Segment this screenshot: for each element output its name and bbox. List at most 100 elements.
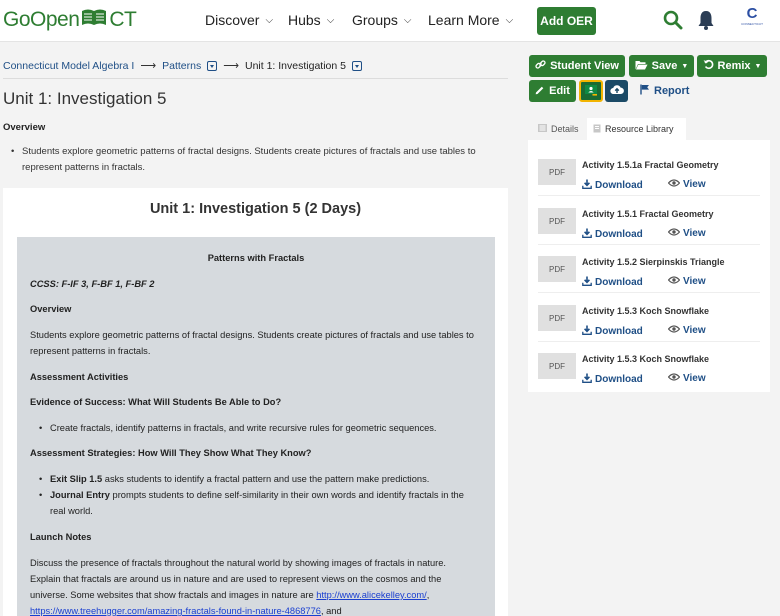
nav-hubs[interactable]: Hubs ⌵ xyxy=(288,12,334,28)
download-link[interactable]: Download xyxy=(582,325,643,338)
pencil-icon xyxy=(535,85,545,98)
student-view-button[interactable]: Student View xyxy=(529,55,625,77)
folder-open-icon xyxy=(635,60,648,73)
avatar-text: CONNECTICUT xyxy=(741,22,763,26)
lesson-panel: Patterns with Fractals CCSS: F-IF 3, F-B… xyxy=(17,237,495,616)
caret-square-down-icon[interactable] xyxy=(207,60,218,71)
download-label: Download xyxy=(595,229,643,240)
journal-entry-item: Journal Entry prompts students to define… xyxy=(39,487,480,519)
evidence-heading: Evidence of Success: What Will Students … xyxy=(30,397,282,407)
download-icon xyxy=(582,373,592,386)
pdf-badge: PDF xyxy=(538,256,576,282)
download-label: Download xyxy=(595,277,643,288)
open-book-icon xyxy=(81,8,107,32)
nav-groups-label: Groups xyxy=(352,12,398,28)
exit-slip-text: asks students to identify a fractal patt… xyxy=(102,474,430,484)
download-link[interactable]: Download xyxy=(582,373,643,386)
view-link[interactable]: View xyxy=(667,325,706,336)
remix-button[interactable]: Remix ▼ xyxy=(697,55,767,77)
breadcrumb: Connecticut Model Algebra I ⟶ Patterns ⟶… xyxy=(3,59,362,72)
launch-line: Discuss the presence of fractals through… xyxy=(30,558,446,568)
flag-icon xyxy=(640,84,650,98)
link-separator: , and xyxy=(320,606,342,616)
assessment-heading: Assessment Activities xyxy=(30,372,129,382)
list-item: PDF Activity 1.5.1a Fractal Geometry Dow… xyxy=(538,148,760,196)
tab-details[interactable]: Details xyxy=(532,118,585,140)
view-link[interactable]: View xyxy=(667,179,706,190)
chevron-down-icon: ⌵ xyxy=(403,14,412,26)
nav-learn-more[interactable]: Learn More ⌵ xyxy=(428,12,513,28)
link-separator: , xyxy=(426,590,430,600)
view-label: View xyxy=(683,276,706,287)
launch-line: https://www.treehugger.com/amazing-fract… xyxy=(30,603,342,616)
journal-entry-text: real world. xyxy=(50,506,93,516)
eye-icon xyxy=(667,179,681,190)
list-item: PDF Activity 1.5.3 Koch Snowflake Downlo… xyxy=(538,342,760,390)
cloud-upload-button[interactable] xyxy=(605,80,628,102)
breadcrumb-item-current: Unit 1: Investigation 5 xyxy=(245,59,346,72)
nav-discover[interactable]: Discover ⌵ xyxy=(205,12,273,28)
resource-library: PDF Activity 1.5.1a Fractal Geometry Dow… xyxy=(528,140,770,392)
list-item: PDF Activity 1.5.1 Fractal Geometry Down… xyxy=(538,197,760,245)
pdf-badge: PDF xyxy=(538,208,576,234)
logo-open-text: Open xyxy=(30,8,80,31)
overview-heading: Overview xyxy=(3,122,46,133)
caret-down-icon: ▼ xyxy=(681,62,689,70)
cloud-upload-icon xyxy=(609,84,624,98)
view-label: View xyxy=(683,179,706,190)
journal-entry-text: prompts students to define self-similari… xyxy=(109,490,464,500)
resource-name[interactable]: Activity 1.5.3 Koch Snowflake xyxy=(582,354,709,364)
download-icon xyxy=(582,228,592,241)
eye-icon xyxy=(667,276,681,287)
view-label: View xyxy=(683,228,706,239)
bell-icon[interactable] xyxy=(697,9,715,36)
lesson-overview-line: Students explore geometric patterns of f… xyxy=(30,330,474,340)
resource-name[interactable]: Activity 1.5.1 Fractal Geometry xyxy=(582,209,714,219)
save-button[interactable]: Save ▼ xyxy=(629,55,694,77)
edit-button[interactable]: Edit xyxy=(529,80,576,102)
download-label: Download xyxy=(595,326,643,337)
tab-resource-library[interactable]: Resource Library xyxy=(587,118,686,140)
download-link[interactable]: Download xyxy=(582,179,643,192)
ccss-standards: CCSS: F-IF 3, F-BF 1, F-BF 2 xyxy=(30,279,155,289)
resource-name[interactable]: Activity 1.5.3 Koch Snowflake xyxy=(582,306,709,316)
arrow-right-icon: ⟶ xyxy=(140,60,157,72)
avatar[interactable]: C CONNECTICUT xyxy=(741,6,763,36)
view-link[interactable]: View xyxy=(667,228,706,239)
view-link[interactable]: View xyxy=(667,373,706,384)
overview-text: Students explore geometric patterns of f… xyxy=(11,144,492,176)
logo-ct-text: CT xyxy=(109,8,137,31)
alicekelley-link[interactable]: http://www.alicekelley.com/ xyxy=(316,590,426,600)
resource-name[interactable]: Activity 1.5.2 Sierpinskis Triangle xyxy=(582,257,725,267)
download-icon xyxy=(582,179,592,192)
download-label: Download xyxy=(595,180,643,191)
caret-square-down-icon[interactable] xyxy=(351,60,362,71)
nav-hubs-label: Hubs xyxy=(288,12,321,28)
eye-icon xyxy=(667,373,681,384)
search-icon[interactable] xyxy=(663,9,683,36)
download-link[interactable]: Download xyxy=(582,228,643,241)
goopenct-logo[interactable]: Go Open CT xyxy=(3,8,137,32)
arrow-right-icon: ⟶ xyxy=(223,60,239,72)
launch-notes-heading: Launch Notes xyxy=(30,532,92,542)
view-link[interactable]: View xyxy=(667,276,706,287)
download-icon xyxy=(582,276,592,289)
google-classroom-button[interactable] xyxy=(579,80,603,102)
link-icon xyxy=(535,59,546,73)
student-view-label: Student View xyxy=(550,60,619,72)
chevron-down-icon: ⌵ xyxy=(265,14,274,26)
resource-name[interactable]: Activity 1.5.1a Fractal Geometry xyxy=(582,160,719,170)
download-icon xyxy=(582,325,592,338)
breadcrumb-divider xyxy=(3,78,508,79)
journal-entry-label: Journal Entry xyxy=(50,490,110,500)
add-oer-button[interactable]: Add OER xyxy=(537,7,596,35)
content-card: Unit 1: Investigation 5 (2 Days) Pattern… xyxy=(3,188,508,616)
breadcrumb-item-patterns[interactable]: Patterns xyxy=(162,60,201,72)
view-label: View xyxy=(683,325,706,336)
breadcrumb-item-model[interactable]: Connecticut Model Algebra I xyxy=(3,60,134,72)
treehugger-link[interactable]: https://www.treehugger.com/amazing-fract… xyxy=(30,606,321,616)
download-link[interactable]: Download xyxy=(582,276,643,289)
nav-groups[interactable]: Groups ⌵ xyxy=(352,12,412,28)
report-link[interactable]: Report xyxy=(640,84,689,98)
content-title: Unit 1: Investigation 5 (2 Days) xyxy=(149,201,362,217)
